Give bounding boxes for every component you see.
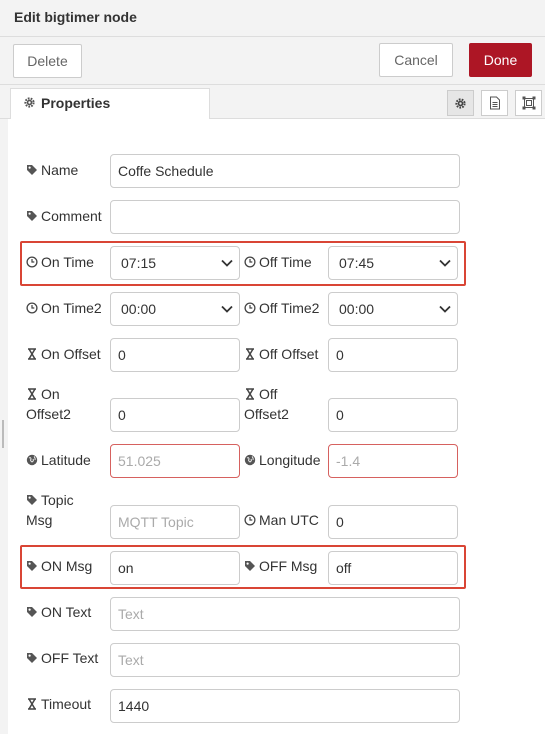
hourglass-icon — [26, 698, 38, 710]
man-utc-label: Man UTC — [244, 510, 319, 530]
hourglass-icon — [26, 348, 38, 360]
off-time2-value: 00:00 — [339, 301, 375, 317]
chevron-down-icon — [221, 305, 233, 313]
on-offset-label: On Offset — [26, 344, 101, 364]
topic-msg-input[interactable]: MQTT Topic — [110, 505, 240, 539]
clock-icon — [244, 302, 256, 314]
topic-msg-label: Topic Msg — [26, 492, 74, 528]
document-icon — [489, 96, 500, 110]
on-text-label: ON Text — [26, 602, 91, 622]
delete-button[interactable]: Delete — [13, 44, 82, 78]
name-label: Name — [26, 160, 78, 180]
clock-icon — [244, 514, 256, 526]
layout-icon — [522, 96, 535, 110]
tab-properties[interactable]: Properties — [10, 88, 210, 119]
settings-tab-button[interactable] — [447, 90, 474, 116]
tag-icon — [26, 606, 38, 618]
on-offset2-label: On Offset2 — [26, 386, 71, 422]
off-time2-select[interactable]: 00:00 — [328, 292, 458, 326]
off-text-input[interactable]: Text — [110, 643, 460, 677]
longitude-label: Longitude — [244, 450, 321, 470]
hourglass-icon — [26, 388, 38, 400]
done-button[interactable]: Done — [469, 43, 532, 77]
off-offset-input[interactable]: 0 — [328, 338, 458, 372]
hourglass-icon — [244, 388, 256, 400]
latitude-label: Latitude — [26, 450, 91, 470]
dialog-toolbar: Delete Cancel Done — [0, 37, 545, 85]
tag-icon — [26, 164, 38, 176]
on-time2-value: 00:00 — [121, 301, 157, 317]
resize-handle[interactable] — [2, 420, 4, 448]
on-offset-input[interactable]: 0 — [110, 338, 240, 372]
tag-icon — [26, 494, 38, 506]
on-time2-label: On Time2 — [26, 298, 102, 318]
gear-icon — [455, 97, 466, 109]
off-offset2-label: Off Offset2 — [244, 386, 289, 422]
highlight-box-msg — [20, 545, 466, 589]
tab-properties-label: Properties — [41, 95, 111, 111]
comment-label: Comment — [26, 206, 102, 226]
on-time2-select[interactable]: 00:00 — [110, 292, 240, 326]
tag-icon — [26, 652, 38, 664]
timeout-input[interactable]: 1440 — [110, 689, 460, 723]
chevron-down-icon — [439, 305, 451, 313]
appearance-tab-button[interactable] — [515, 90, 542, 116]
on-offset2-input[interactable]: 0 — [110, 398, 240, 432]
man-utc-input[interactable]: 0 — [328, 505, 458, 539]
off-offset2-input[interactable]: 0 — [328, 398, 458, 432]
globe-icon — [244, 454, 256, 466]
dialog-title: Edit bigtimer node — [14, 9, 137, 25]
clock-icon — [26, 302, 38, 314]
name-input[interactable]: Coffe Schedule — [110, 154, 460, 188]
dialog-title-bar: Edit bigtimer node — [0, 0, 545, 37]
off-text-label: OFF Text — [26, 648, 98, 668]
comment-input[interactable] — [110, 200, 460, 234]
timeout-label: Timeout — [26, 694, 91, 714]
highlight-box-time — [20, 241, 466, 286]
globe-icon — [26, 454, 38, 466]
latitude-input[interactable]: 51.025 — [110, 444, 240, 478]
tag-icon — [26, 210, 38, 222]
off-offset-label: Off Offset — [244, 344, 318, 364]
off-time2-label: Off Time2 — [244, 298, 319, 318]
description-tab-button[interactable] — [481, 90, 508, 116]
on-text-input[interactable]: Text — [110, 597, 460, 631]
longitude-input[interactable]: -1.4 — [328, 444, 458, 478]
gear-icon — [24, 97, 35, 108]
cancel-button[interactable]: Cancel — [379, 43, 453, 77]
hourglass-icon — [244, 348, 256, 360]
